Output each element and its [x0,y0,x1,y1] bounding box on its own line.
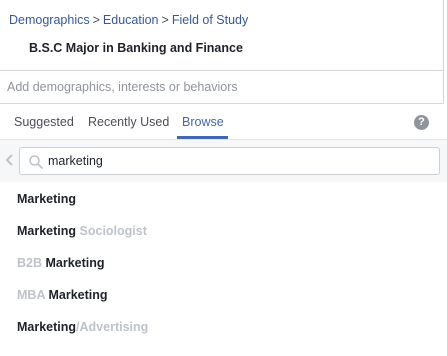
tab-recently-used[interactable]: Recently Used [88,115,169,129]
browse-tabs: Suggested Recently Used Browse [0,104,447,140]
result-item-marketing-sociologist[interactable]: Marketing Sociologist [17,224,147,238]
result-subtext: /Advertising [76,320,149,334]
result-text: Marketing [17,320,77,334]
breadcrumb-field-of-study[interactable]: Field of Study [172,13,248,27]
result-subtext: MBA [17,288,49,302]
breadcrumb-education[interactable]: Education [103,13,159,27]
tab-suggested[interactable]: Suggested [14,115,74,129]
search-input[interactable] [48,148,428,174]
chevron-left-icon[interactable] [4,153,16,167]
search-box [19,147,440,175]
result-text: Marketing [45,256,105,270]
help-icon[interactable]: ? [414,115,429,130]
active-tab-indicator [177,136,228,139]
result-text: Marketing [48,288,108,302]
result-subtext: Sociologist [79,224,147,238]
add-targeting-row [0,71,444,104]
targeting-browser: Demographics > Education > Field of Study B.… [0,0,447,356]
breadcrumb: Demographics > Education > Field of Study [9,13,248,27]
search-icon [29,155,43,169]
selected-targeting-item[interactable]: B.S.C Major in Banking and Finance [29,41,243,55]
breadcrumb-separator: > [161,13,169,27]
result-subtext: B2B [17,256,46,270]
tab-browse[interactable]: Browse [182,115,224,129]
result-text: Marketing [17,192,77,206]
result-item-b2b-marketing[interactable]: B2B Marketing [17,256,105,270]
result-item-mba-marketing[interactable]: MBA Marketing [17,288,108,302]
breadcrumb-separator: > [92,13,100,27]
selected-targeting-box: Demographics > Education > Field of Study B.… [0,0,444,71]
result-text: Marketing [17,224,80,238]
result-item-marketing-advertising[interactable]: Marketing/Advertising [17,320,148,334]
breadcrumb-demographics[interactable]: Demographics [9,13,90,27]
add-targeting-input[interactable] [0,71,440,102]
result-item-marketing[interactable]: Marketing [17,192,76,206]
